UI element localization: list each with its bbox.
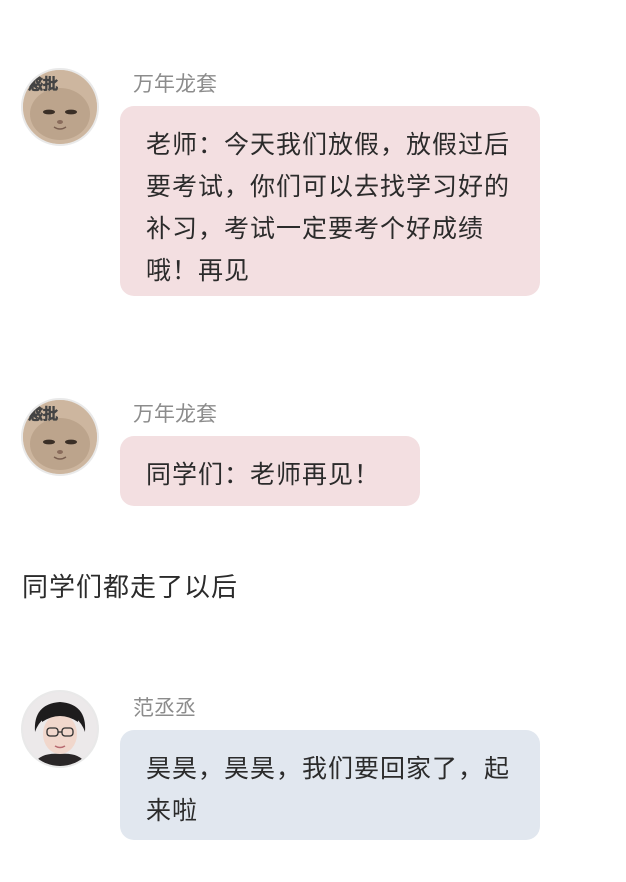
message-bubble[interactable]: 老师：今天我们放假，放假过后要考试，你们可以去找学习好的补习，考试一定要考个好成… — [120, 106, 540, 296]
avatar[interactable]: 惑批 — [21, 68, 99, 146]
sender-name: 万年龙套 — [133, 72, 217, 96]
person-avatar-icon — [23, 692, 97, 766]
avatar[interactable]: 惑批 — [21, 398, 99, 476]
cat-avatar-icon: 惑批 — [23, 70, 97, 144]
sender-name: 范丞丞 — [133, 696, 196, 720]
message-bubble[interactable]: 同学们：老师再见！ — [120, 436, 420, 506]
message-bubble[interactable]: 昊昊，昊昊，我们要回家了，起来啦 — [120, 730, 540, 840]
avatar-caption: 惑批 — [28, 405, 58, 423]
cat-avatar-icon: 惑批 — [23, 400, 97, 474]
avatar[interactable] — [21, 690, 99, 768]
narration-text: 同学们都走了以后 — [22, 573, 239, 603]
sender-name: 万年龙套 — [133, 402, 217, 426]
avatar-caption: 惑批 — [28, 75, 58, 93]
